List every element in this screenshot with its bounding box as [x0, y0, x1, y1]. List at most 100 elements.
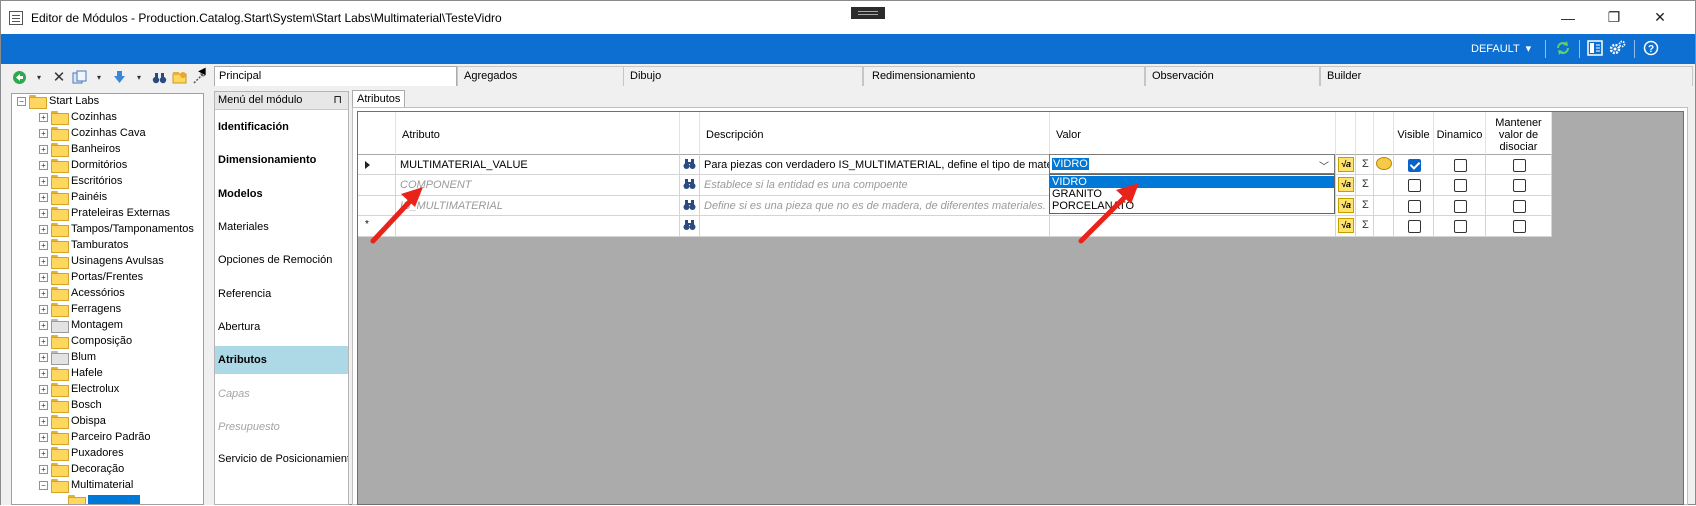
dynamic-checkbox[interactable] — [1454, 179, 1467, 192]
cell-visible[interactable] — [1394, 216, 1434, 237]
chevron-down-icon[interactable]: ▾ — [31, 70, 47, 86]
column-header-description[interactable]: Descripción — [700, 112, 1050, 155]
cell-keep[interactable] — [1486, 155, 1552, 175]
settings-icon[interactable] — [1609, 40, 1627, 58]
expand-icon[interactable]: + — [39, 368, 48, 378]
cell-search[interactable] — [680, 196, 700, 216]
tab-observacion[interactable]: Observación — [1145, 66, 1320, 86]
dropdown-option-vidro[interactable]: VIDRO — [1050, 176, 1334, 188]
dynamic-checkbox[interactable] — [1454, 220, 1467, 233]
expand-icon[interactable]: − — [39, 480, 48, 490]
cell-comment[interactable] — [1374, 196, 1394, 216]
layout-icon[interactable] — [1586, 40, 1604, 58]
visible-checkbox[interactable] — [1408, 159, 1421, 172]
comment-icon[interactable] — [1376, 157, 1392, 170]
tree-item[interactable]: + Prateleiras Externas — [39, 205, 170, 221]
cell-attribute[interactable] — [396, 216, 680, 237]
cell-attribute[interactable]: COMPONENT — [396, 175, 680, 196]
cell-description[interactable]: Para piezas con verdadero IS_MULTIMATERI… — [700, 155, 1050, 175]
tree-item[interactable]: + Dormitórios — [39, 157, 127, 173]
maximize-button[interactable]: ❐ — [1591, 1, 1637, 34]
tab-atributos[interactable]: Atributos — [352, 90, 406, 108]
value-combobox[interactable]: VIDRO ﹀ — [1049, 154, 1335, 174]
cell-sum[interactable]: Σ — [1356, 155, 1374, 175]
cell-dynamic[interactable] — [1434, 196, 1486, 216]
dynamic-checkbox[interactable] — [1454, 200, 1467, 213]
expand-icon[interactable]: + — [39, 464, 48, 474]
column-header-attribute[interactable]: Atributo — [396, 112, 680, 155]
cell-value[interactable] — [1050, 216, 1336, 237]
sum-icon[interactable]: Σ — [1362, 199, 1369, 211]
cell-sum[interactable]: Σ — [1356, 196, 1374, 216]
tree-item[interactable]: + Cozinhas — [39, 109, 117, 125]
binoculars-icon[interactable] — [683, 219, 696, 234]
tree-item[interactable]: + Painéis — [39, 189, 107, 205]
chevron-down-icon[interactable]: ▾ — [131, 70, 147, 86]
menu-abertura[interactable]: Abertura — [215, 312, 348, 342]
expand-icon[interactable]: + — [39, 128, 48, 138]
formula-icon[interactable]: √a — [1338, 157, 1354, 172]
tree-item[interactable]: + Bosch — [39, 397, 102, 413]
sum-icon[interactable]: Σ — [1362, 178, 1369, 190]
keep-checkbox[interactable] — [1513, 159, 1526, 172]
cell-description[interactable]: Establece si la entidad es una compoente — [700, 175, 1050, 196]
expand-icon[interactable]: + — [39, 416, 48, 426]
tab-builder[interactable]: Builder — [1320, 66, 1693, 86]
tree-item[interactable]: + Electrolux — [39, 381, 119, 397]
minimize-button[interactable]: — — [1545, 1, 1591, 34]
expand-icon[interactable]: + — [39, 192, 48, 202]
cell-description[interactable]: Define si es una pieza que no es de made… — [700, 196, 1050, 216]
cell-comment[interactable] — [1374, 155, 1394, 175]
cell-keep[interactable] — [1486, 175, 1552, 196]
expand-icon[interactable]: + — [39, 304, 48, 314]
tree-item[interactable]: − Multimaterial — [39, 477, 133, 493]
profile-dropdown[interactable]: DEFAULT ▾ — [1471, 42, 1531, 55]
visible-checkbox[interactable] — [1408, 179, 1421, 192]
chevron-down-icon[interactable]: ﹀ — [1319, 158, 1329, 173]
tab-agregados[interactable]: Agregados — [457, 66, 627, 86]
tree-item[interactable]: + Montagem — [39, 317, 123, 333]
visible-checkbox[interactable] — [1408, 200, 1421, 213]
sum-icon[interactable]: Σ — [1362, 219, 1369, 231]
sum-icon[interactable]: Σ — [1362, 158, 1369, 170]
tree-root[interactable]: − Start Labs — [17, 94, 99, 109]
tab-principal[interactable]: Principal — [214, 66, 457, 86]
collapse-panel-icon[interactable]: ◀ — [198, 66, 206, 77]
cell-search[interactable] — [680, 216, 700, 237]
cell-attribute[interactable]: MULTIMATERIAL_VALUE — [396, 155, 680, 175]
menu-opciones-remocion[interactable]: Opciones de Remoción — [215, 245, 348, 275]
expand-icon[interactable]: + — [39, 272, 48, 282]
drag-handle[interactable] — [851, 7, 885, 19]
collapse-icon[interactable]: − — [17, 96, 26, 106]
cell-search[interactable] — [680, 155, 700, 175]
expand-icon[interactable]: + — [39, 352, 48, 362]
tree-item[interactable]: + Tampos/Tamponamentos — [39, 221, 194, 237]
tab-dibujo[interactable]: Dibujo — [623, 66, 863, 86]
tree-item[interactable]: + Portas/Frentes — [39, 269, 143, 285]
tree-item[interactable]: + Decoração — [39, 461, 124, 477]
menu-atributos[interactable]: Atributos — [215, 346, 348, 374]
column-header-dynamic[interactable]: Dinamico — [1434, 112, 1486, 155]
cell-attribute[interactable]: IS_MULTIMATERIAL — [396, 196, 680, 216]
value-combobox-text[interactable]: VIDRO — [1052, 158, 1089, 170]
pin-icon[interactable]: ⊓ — [333, 92, 342, 109]
cell-sum[interactable]: Σ — [1356, 216, 1374, 237]
menu-capas[interactable]: Capas — [215, 379, 348, 409]
cell-visible[interactable] — [1394, 155, 1434, 175]
keep-checkbox[interactable] — [1513, 179, 1526, 192]
expand-icon[interactable]: + — [39, 256, 48, 266]
expand-icon[interactable]: + — [39, 112, 48, 122]
find-icon[interactable] — [151, 70, 167, 86]
expand-icon[interactable]: + — [39, 432, 48, 442]
cell-visible[interactable] — [1394, 175, 1434, 196]
refresh-icon[interactable] — [1554, 40, 1572, 58]
menu-identificacion[interactable]: Identificación — [215, 111, 348, 143]
dynamic-checkbox[interactable] — [1454, 159, 1467, 172]
expand-icon[interactable]: + — [39, 448, 48, 458]
tree-item[interactable]: + Obispa — [39, 413, 106, 429]
formula-icon[interactable]: √a — [1338, 218, 1354, 233]
tree-item[interactable]: + Acessórios — [39, 285, 125, 301]
menu-servicio-posicionamiento[interactable]: Servicio de Posicionamiento — [215, 448, 348, 470]
tree-item[interactable]: + Banheiros — [39, 141, 121, 157]
close-button[interactable]: ✕ — [1637, 1, 1683, 34]
